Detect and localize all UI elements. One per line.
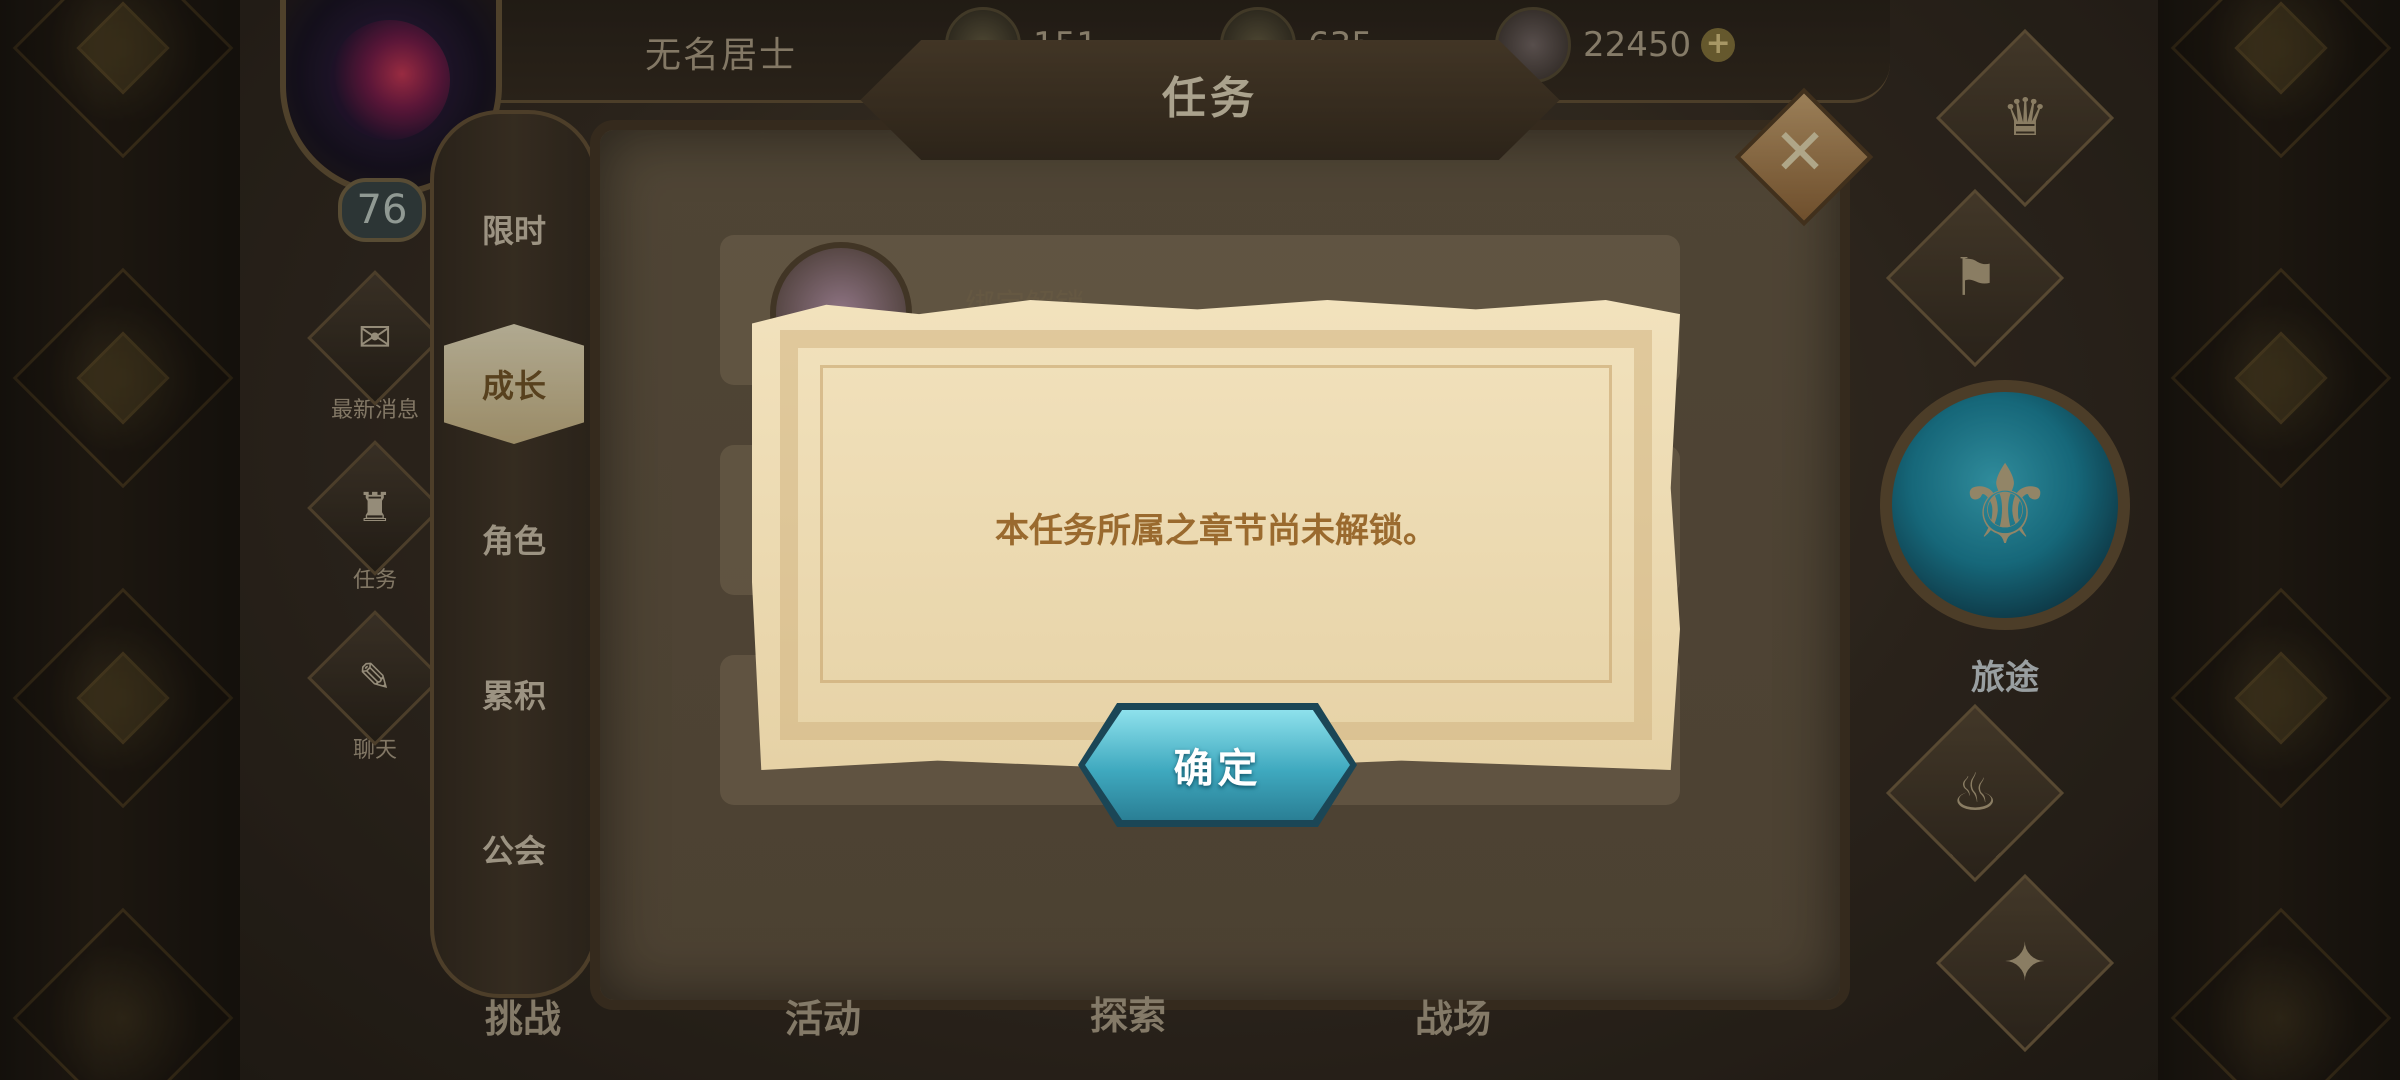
confirm-button[interactable]: 确定	[1085, 710, 1350, 820]
dialog-message: 本任务所属之章节尚未解锁。	[995, 511, 1437, 551]
